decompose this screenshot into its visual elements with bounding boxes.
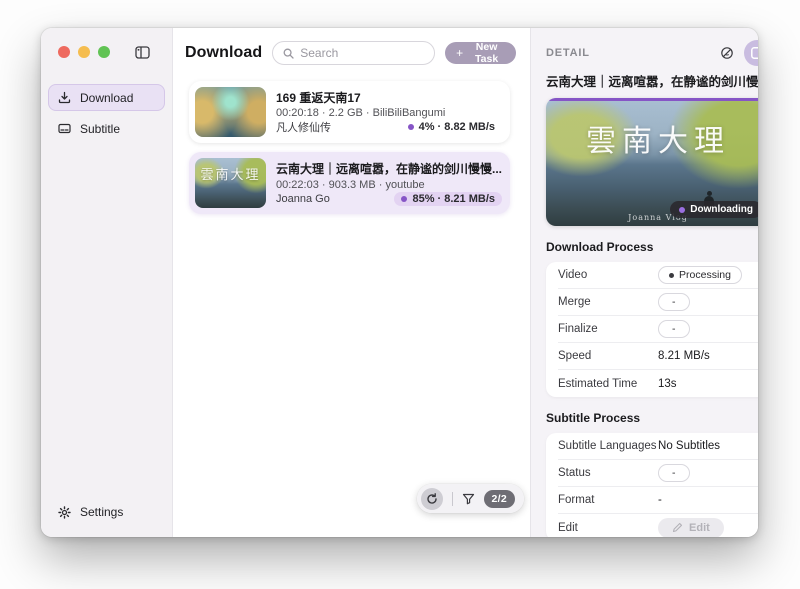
subtitle-status-pill: - (658, 464, 690, 482)
search-input[interactable] (272, 41, 435, 65)
task-thumbnail (195, 87, 266, 137)
task-meta: 00:22:03 · 903.3 MB · youtube (276, 179, 502, 191)
window-controls (41, 28, 172, 62)
eta-value: 13s (658, 378, 758, 390)
download-process-card: Video Processing Merge - Finalize - Spee… (546, 262, 758, 397)
finalize-status-pill: - (658, 320, 690, 338)
pill-dot (669, 273, 674, 278)
minimize-window-button[interactable] (78, 46, 90, 58)
merge-status-pill: - (658, 293, 690, 311)
subtitle-format-value: - (658, 494, 758, 506)
download-process-heading: Download Process (546, 240, 758, 254)
subtitle-icon (58, 122, 71, 135)
task-counter-badge[interactable]: 2/2 (484, 490, 516, 508)
slash-circle-icon (720, 46, 734, 60)
task-thumbnail: 雲南大理 (195, 158, 266, 208)
task-title: 169 重返天南17 (276, 89, 502, 106)
sidebar: Download Subtitle Settings (41, 28, 173, 537)
detail-row-speed: Speed 8.21 MB/s (558, 343, 758, 370)
task-list: 169 重返天南17 00:20:18 · 2.2 GB · BiliBiliB… (173, 75, 530, 214)
detail-header: DETAIL (546, 40, 758, 66)
thumbnail-overlay-text: 雲南大理 (195, 164, 266, 183)
filter-funnel-icon (462, 493, 475, 505)
close-window-button[interactable] (58, 46, 70, 58)
task-progress: 85% · 8.21 MB/s (394, 192, 502, 206)
search-icon (283, 48, 294, 59)
panel-icon (751, 47, 758, 59)
toolbar-divider (452, 492, 453, 506)
plus-icon: + (456, 47, 463, 59)
task-meta: 00:20:18 · 2.2 GB · BiliBiliBangumi (276, 107, 502, 119)
subtitle-process-card: Subtitle Languages No Subtitles Status -… (546, 433, 758, 537)
detail-row-estimated-time: Estimated Time 13s (558, 370, 758, 397)
app-window: Download Subtitle Settings Download (41, 28, 758, 537)
filter-button[interactable] (462, 493, 475, 505)
desktop: Download Subtitle Settings Download (0, 0, 800, 589)
progress-dot (408, 124, 414, 130)
main-header: Download + New Task (173, 28, 530, 75)
detail-row-subtitle-languages: Subtitle Languages No Subtitles (558, 433, 758, 460)
search-field[interactable] (300, 46, 424, 60)
sidebar-item-settings[interactable]: Settings (48, 499, 133, 525)
refresh-icon (426, 493, 438, 505)
status-dot (679, 207, 685, 213)
sidebar-item-label: Download (80, 91, 133, 105)
task-card[interactable]: 169 重返天南17 00:20:18 · 2.2 GB · BiliBiliB… (189, 81, 510, 143)
detail-row-finalize: Finalize - (558, 316, 758, 343)
subtitle-process-heading: Subtitle Process (546, 411, 758, 425)
detail-panel-toggle-button[interactable] (744, 40, 758, 66)
new-task-button[interactable]: + New Task (445, 42, 516, 64)
detail-thumbnail: 雲南大理 Joanna Vlog Downloading (546, 98, 758, 226)
refresh-button[interactable] (421, 488, 443, 510)
thumbnail-progress-bar (546, 98, 758, 101)
new-task-label: New Task (468, 41, 505, 65)
detail-video-title: 云南大理｜远离喧嚣，在静谧的剑川慢慢逛｜千... (546, 71, 758, 90)
sidebar-item-subtitle[interactable]: Subtitle (48, 115, 165, 142)
sidebar-item-label: Subtitle (80, 122, 120, 136)
speed-value: 8.21 MB/s (658, 350, 758, 362)
detail-panel: DETAIL 云南大理｜远离喧嚣，在静谧的剑川慢慢逛｜千... (531, 28, 758, 537)
sidebar-nav: Download Subtitle (41, 84, 172, 142)
sidebar-toggle-icon[interactable] (134, 44, 150, 60)
task-title: 云南大理｜远离喧嚣，在静谧的剑川慢慢... (276, 160, 502, 177)
detail-row-subtitle-status: Status - (558, 460, 758, 487)
task-author: 凡人修仙传 (276, 119, 331, 135)
sidebar-item-download[interactable]: Download (48, 84, 165, 111)
task-progress: 4% · 8.82 MB/s (401, 120, 502, 134)
zoom-window-button[interactable] (98, 46, 110, 58)
downloading-badge: Downloading (670, 201, 758, 218)
list-toolbar: 2/2 (417, 484, 525, 513)
settings-label: Settings (80, 505, 123, 519)
detail-row-subtitle-format: Format - (558, 487, 758, 514)
progress-dot (401, 196, 407, 202)
detail-row-merge: Merge - (558, 289, 758, 316)
thumbnail-overlay-text: 雲南大理 (546, 116, 758, 160)
gear-icon (58, 506, 71, 519)
detail-row-video: Video Processing (558, 262, 758, 289)
download-icon (58, 91, 71, 104)
slash-circle-button[interactable] (720, 46, 734, 60)
processing-pill: Processing (658, 266, 742, 284)
pencil-icon (672, 522, 683, 533)
detail-panel-title: DETAIL (546, 47, 720, 59)
edit-subtitle-button[interactable]: Edit (658, 518, 724, 538)
subtitle-languages-value: No Subtitles (658, 440, 758, 452)
task-card[interactable]: 雲南大理 云南大理｜远离喧嚣，在静谧的剑川慢慢... 00:22:03 · 90… (189, 152, 510, 214)
task-author: Joanna Go (276, 193, 330, 205)
detail-row-subtitle-edit: Edit Edit (558, 514, 758, 537)
main-panel: Download + New Task 169 重返天南17 (173, 28, 531, 537)
page-title: Download (185, 44, 262, 62)
